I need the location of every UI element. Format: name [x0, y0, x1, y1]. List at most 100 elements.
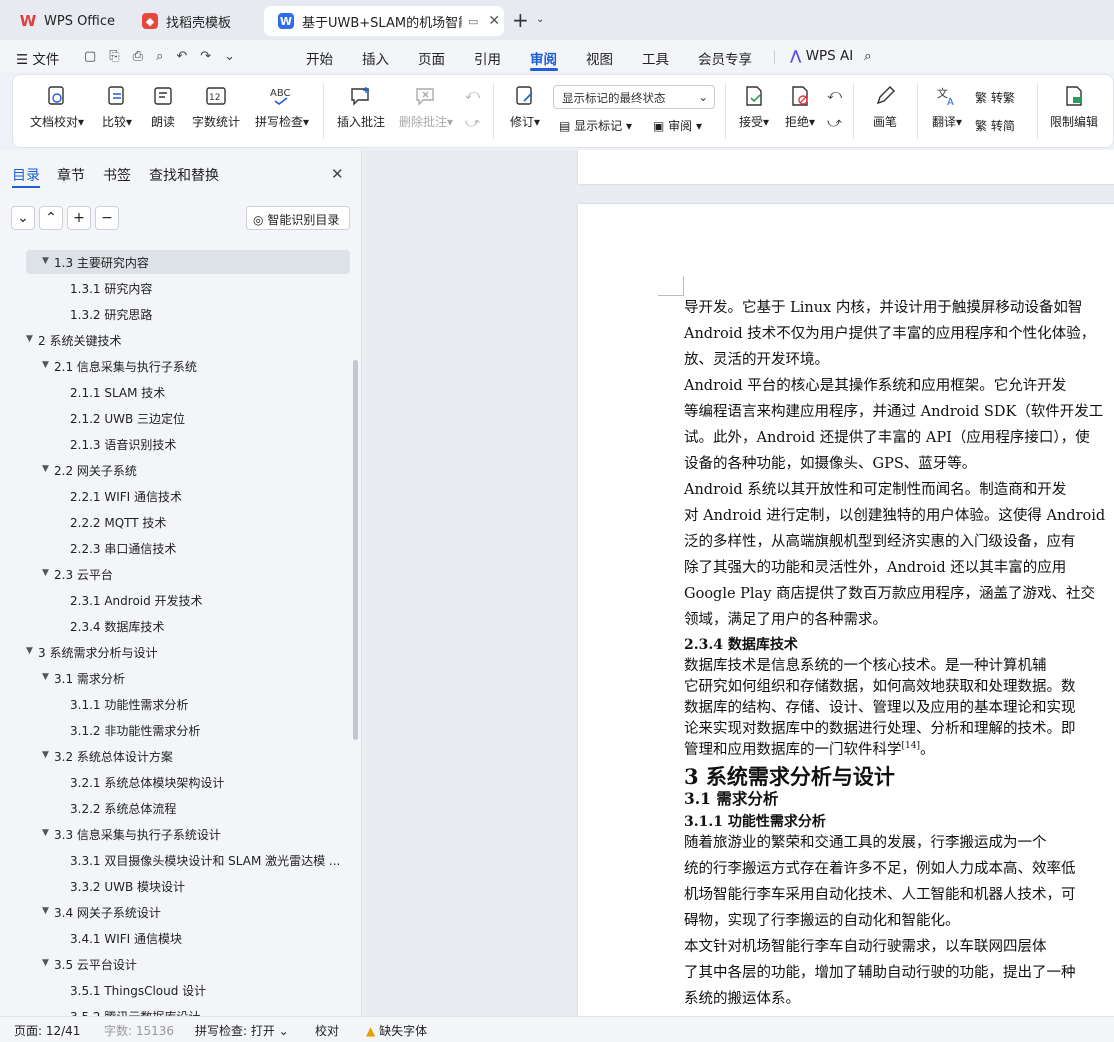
paragraph-line: 试。此外，Android 还提供了丰富的 API（应用程序接口），使	[684, 426, 1090, 447]
tab-document[interactable]: W 基于UWB+SLAM的机场智能行 ▭ ✕	[264, 6, 504, 36]
track-changes-button[interactable]: 修订▾	[503, 85, 547, 130]
toc-item[interactable]: 2.3 云平台	[54, 566, 113, 583]
chevron-down-icon[interactable]: ⌄	[536, 14, 544, 25]
prev-comment-icon[interactable]: ⤺	[465, 87, 480, 103]
close-icon[interactable]: ✕	[488, 13, 500, 29]
citation-ref[interactable]: [14]	[902, 741, 920, 751]
expand-triangle-icon[interactable]: ▼	[42, 568, 49, 578]
smart-toc-button[interactable]: ◎ 智能识别目录	[246, 206, 350, 230]
next-comment-icon[interactable]: ⤻	[465, 115, 480, 131]
read-aloud-button[interactable]: 朗读	[147, 85, 179, 130]
expand-triangle-icon[interactable]: ▼	[42, 750, 49, 760]
show-markup-button[interactable]: ▤ 显示标记 ▾	[559, 117, 632, 134]
nav-tab-bookmarks[interactable]: 书签	[103, 165, 131, 185]
toc-item[interactable]: 2.2 网关子系统	[54, 462, 137, 479]
search-icon[interactable]: ⌕	[864, 48, 872, 64]
toc-item[interactable]: 2.2.2 MQTT 技术	[70, 514, 166, 531]
translate-button[interactable]: 文A 翻译▾	[925, 85, 969, 130]
expand-triangle-icon[interactable]: ▼	[42, 464, 49, 474]
nav-tab-chapters[interactable]: 章节	[57, 165, 85, 185]
toc-item[interactable]: 3.2.1 系统总体模块架构设计	[70, 774, 224, 791]
menu-view[interactable]: 视图	[586, 48, 613, 68]
missing-font-status[interactable]: ▲ 缺失字体	[366, 1022, 427, 1039]
toc-item[interactable]: 1.3.1 研究内容	[70, 280, 152, 297]
expand-triangle-icon[interactable]: ▼	[26, 334, 33, 344]
toc-item[interactable]: 2.2.1 WIFI 通信技术	[70, 488, 182, 505]
toc-item[interactable]: 3.5 云平台设计	[54, 956, 137, 973]
word-count-status[interactable]: 字数: 15136	[104, 1022, 174, 1039]
reject-button[interactable]: 拒绝▾	[779, 85, 821, 130]
expand-triangle-icon[interactable]: ▼	[42, 906, 49, 916]
menu-home[interactable]: 开始	[306, 48, 333, 68]
tab-template[interactable]: ◆ 找稻壳模板	[128, 6, 258, 36]
toc-item[interactable]: 3.3.2 UWB 模块设计	[70, 878, 185, 895]
toc-item[interactable]: 2.3.4 数据库技术	[70, 618, 164, 635]
expand-triangle-icon[interactable]: ▼	[42, 360, 49, 370]
toc-item[interactable]: 3.3.1 双目摄像头模块设计和 SLAM 激光雷达模 ...	[70, 852, 340, 869]
add-heading-button[interactable]: +	[67, 206, 91, 230]
toc-item[interactable]: 3.3 信息采集与执行子系统设计	[54, 826, 221, 843]
expand-triangle-icon[interactable]: ▼	[42, 828, 49, 838]
page-indicator[interactable]: 页面: 12/41	[14, 1022, 80, 1039]
close-icon[interactable]: ✕	[331, 165, 344, 183]
toc-item[interactable]: 2.1 信息采集与执行子系统	[54, 358, 197, 375]
toc-item[interactable]: 1.3.2 研究思路	[70, 306, 152, 323]
expand-triangle-icon[interactable]: ▼	[42, 672, 49, 682]
menu-tools[interactable]: 工具	[642, 48, 669, 68]
collapse-all-button[interactable]: ⌄	[11, 206, 35, 230]
toc-scrollbar[interactable]	[353, 360, 358, 740]
word-count-button[interactable]: 12 字数统计	[189, 85, 243, 130]
toc-item[interactable]: 3.4.1 WIFI 通信模块	[70, 930, 182, 947]
delete-comment-button[interactable]: 删除批注▾	[395, 85, 457, 130]
toc-item[interactable]: 3 系统需求分析与设计	[38, 644, 157, 661]
toc-item[interactable]: 3.1.2 非功能性需求分析	[70, 722, 200, 739]
toc-item[interactable]: 3.1 需求分析	[54, 670, 125, 687]
toc-item[interactable]: 3.4 网关子系统设计	[54, 904, 161, 921]
tab-wps-office[interactable]: W WPS Office	[6, 6, 122, 36]
to-traditional-button[interactable]: 繁 转繁	[975, 89, 1015, 106]
toc-item[interactable]: 3.2.2 系统总体流程	[70, 800, 176, 817]
toc-item[interactable]: 2.1.3 语音识别技术	[70, 436, 176, 453]
spell-check-button[interactable]: ABC 拼写检查▾	[251, 85, 313, 130]
nav-tab-toc[interactable]: 目录	[12, 165, 40, 185]
proofread-status[interactable]: 校对	[315, 1022, 339, 1039]
menu-insert[interactable]: 插入	[362, 48, 389, 68]
toc-item[interactable]: 2 系统关键技术	[38, 332, 121, 349]
toc-item[interactable]: 2.1.2 UWB 三边定位	[70, 410, 185, 427]
toc-item[interactable]: 3.2 系统总体设计方案	[54, 748, 173, 765]
menu-reference[interactable]: 引用	[474, 48, 501, 68]
markup-mode-select[interactable]: 显示标记的最终状态 ⌄	[553, 85, 715, 109]
review-pane-button[interactable]: ▣ 审阅 ▾	[653, 117, 702, 134]
toc-item[interactable]: 3.1.1 功能性需求分析	[70, 696, 188, 713]
expand-triangle-icon[interactable]: ▼	[26, 646, 33, 656]
toc-item[interactable]: 1.3 主要研究内容	[54, 254, 149, 271]
toc-item[interactable]: 2.2.3 串口通信技术	[70, 540, 176, 557]
insert-comment-button[interactable]: 插入批注	[335, 85, 387, 130]
compare-button[interactable]: 比较▾	[97, 85, 137, 130]
new-tab-icon[interactable]: +	[512, 8, 529, 32]
menu-file[interactable]: ☰ 文件	[16, 48, 59, 68]
expand-triangle-icon[interactable]: ▼	[42, 958, 49, 968]
menu-member[interactable]: 会员专享	[698, 48, 752, 68]
menu-review[interactable]: 审阅	[530, 48, 557, 68]
toc-item[interactable]: 2.3.1 Android 开发技术	[70, 592, 203, 609]
menu-page[interactable]: 页面	[418, 48, 445, 68]
to-simplified-button[interactable]: 繁 转简	[975, 117, 1015, 134]
nav-tab-find-replace[interactable]: 查找和替换	[149, 165, 219, 185]
pen-button[interactable]: 画笔	[865, 85, 905, 130]
quick-access-icons[interactable]: ▢⎘⎙⌕↶↷⌄	[84, 49, 248, 64]
remove-heading-button[interactable]: −	[95, 206, 119, 230]
accept-button[interactable]: 接受▾	[733, 85, 775, 130]
monitor-icon[interactable]: ▭	[468, 15, 478, 28]
expand-triangle-icon[interactable]: ▼	[42, 256, 49, 266]
document-page[interactable]: 导开发。它基于 Linux 内核，并设计用于触摸屏移动设备如智 Android 技…	[578, 204, 1114, 1016]
toc-item[interactable]: 2.1.1 SLAM 技术	[70, 384, 165, 401]
toc-item[interactable]: 3.5.1 ThingsCloud 设计	[70, 982, 206, 999]
proofread-button[interactable]: 文档校对▾	[27, 85, 87, 130]
restrict-editing-button[interactable]: 限制编辑	[1045, 85, 1103, 130]
next-change-icon[interactable]: ⤻	[827, 115, 842, 131]
spell-check-status[interactable]: 拼写检查: 打开 ⌄	[195, 1022, 289, 1039]
prev-change-icon[interactable]: ⤺	[827, 87, 842, 103]
expand-up-button[interactable]: ⌃	[39, 206, 63, 230]
menu-wps-ai[interactable]: ⋀ WPS AI	[790, 48, 853, 64]
